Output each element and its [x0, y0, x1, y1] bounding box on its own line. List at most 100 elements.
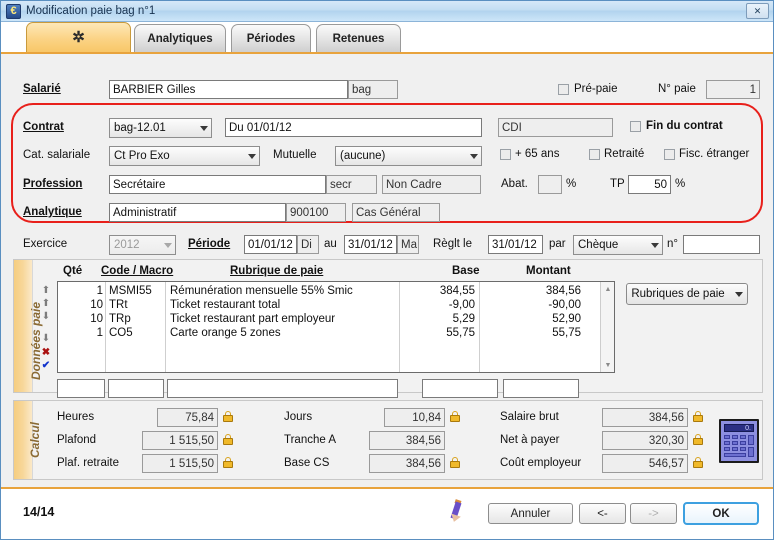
contrat-date-input[interactable]: Du 01/01/12 — [225, 118, 482, 137]
tp-label: TP — [610, 178, 625, 190]
salaire-brut-label: Salaire brut — [500, 411, 559, 423]
arrow-up-first-icon[interactable]: ⬆ — [40, 285, 52, 297]
new-row-code-input[interactable] — [108, 379, 164, 398]
profession-input[interactable]: Secrétaire — [109, 175, 326, 194]
tab-retenues-label: Retenues — [332, 32, 385, 45]
prepaie-label: Pré-paie — [574, 83, 618, 95]
rubriques-grid[interactable]: 1 MSMI55 Rémunération mensuelle 55% Smic… — [57, 281, 615, 373]
table-row-montant: 52,90 — [552, 313, 581, 325]
periode-au-input[interactable]: 31/01/12 — [344, 235, 397, 254]
reglt-mode-select[interactable]: Chèque — [573, 235, 663, 255]
profession-cadre-field: Non Cadre — [382, 175, 481, 194]
ok-button[interactable]: OK — [683, 502, 759, 525]
tab-periodes[interactable]: Périodes — [231, 24, 311, 52]
analytique-cas-field: Cas Général — [352, 203, 440, 222]
contrat-label: Contrat — [23, 121, 64, 133]
chevron-down-icon — [248, 154, 256, 159]
form-body: Salarié BARBIER Gilles bag Pré-paie N° p… — [1, 55, 773, 485]
contrat-select-value: bag-12.01 — [114, 122, 166, 134]
contrat-select[interactable]: bag-12.01 — [109, 118, 212, 138]
tranche-a-field: 384,56 — [369, 431, 445, 450]
validate-row-icon[interactable]: ✔ — [40, 360, 52, 372]
arrow-down-last-icon[interactable]: ⬇ — [40, 333, 52, 345]
cout-employeur-field: 546,57 — [602, 454, 688, 473]
table-row-code: TRt — [109, 299, 128, 311]
fin-contrat-checkbox[interactable] — [630, 121, 641, 132]
rubriques-de-paie-button[interactable]: Rubriques de paie — [626, 283, 748, 305]
new-row-rubrique-input[interactable] — [167, 379, 398, 398]
cout-employeur-label: Coût employeur — [500, 457, 582, 469]
euro-icon: € — [6, 3, 21, 19]
close-icon[interactable]: ✕ — [746, 3, 769, 19]
periode-au-jour: Ma — [397, 235, 419, 254]
analytique-code-field: 900100 — [286, 203, 346, 222]
col-header-base: Base — [452, 265, 480, 277]
scroll-up-icon[interactable]: ▲ — [601, 282, 615, 296]
new-row-base-input[interactable] — [422, 379, 498, 398]
table-row-code: TRp — [109, 313, 131, 325]
plaf-retraite-field: 1 515,50 — [142, 454, 218, 473]
col-header-code-macro: Code / Macro — [101, 265, 174, 277]
analytique-input[interactable]: Administratif — [109, 203, 286, 222]
fisc-etranger-checkbox[interactable] — [664, 149, 675, 160]
next-button[interactable]: -> — [630, 503, 677, 524]
previous-button[interactable]: <- — [579, 503, 626, 524]
title-bar: € Modification paie bag n°1 ✕ — [1, 1, 773, 22]
no-label: n° — [667, 238, 678, 250]
new-row-montant-input[interactable] — [503, 379, 579, 398]
profession-label: Profession — [23, 178, 83, 190]
arrow-down-icon[interactable]: ⬇ — [40, 311, 52, 323]
lock-icon — [223, 457, 233, 468]
col-header-qte: Qté — [63, 265, 83, 277]
plus65-checkbox[interactable] — [500, 149, 511, 160]
table-row-base: -9,00 — [448, 299, 475, 311]
tab-periodes-label: Périodes — [246, 32, 296, 45]
prepaie-checkbox[interactable] — [558, 84, 569, 95]
calculator-icon[interactable]: 0. — [719, 419, 759, 463]
chevron-down-icon — [734, 291, 743, 297]
tp-input[interactable]: 50 — [628, 175, 671, 194]
lock-icon — [450, 411, 460, 422]
reglt-mode-value: Chèque — [578, 239, 619, 251]
new-row-qte-input[interactable] — [57, 379, 105, 398]
base-cs-field: 384,56 — [369, 454, 445, 473]
heures-label: Heures — [57, 411, 95, 423]
mutuelle-select[interactable]: (aucune) — [335, 146, 482, 166]
net-a-payer-field: 320,30 — [602, 431, 688, 450]
par-label: par — [549, 238, 566, 250]
table-row-code: CO5 — [109, 327, 133, 339]
tab-general[interactable]: ✲ — [26, 22, 131, 52]
salarie-input[interactable]: BARBIER Gilles — [109, 80, 348, 99]
table-row-code: MSMI55 — [109, 285, 152, 297]
tab-retenues[interactable]: Retenues — [316, 24, 401, 52]
heures-field: 75,84 — [157, 408, 218, 427]
arrow-up-icon[interactable]: ⬆ — [40, 298, 52, 310]
scroll-down-icon[interactable]: ▼ — [601, 358, 615, 372]
lock-icon — [693, 457, 703, 468]
salaire-brut-field: 384,56 — [602, 408, 688, 427]
pencil-icon[interactable] — [448, 499, 464, 524]
delete-row-icon[interactable]: ✖ — [40, 347, 52, 359]
periode-du-input[interactable]: 01/01/12 — [244, 235, 297, 254]
periode-label: Période — [188, 238, 231, 250]
cancel-button[interactable]: Annuler — [488, 503, 573, 524]
plus65-label: + 65 ans — [515, 148, 560, 160]
cat-salariale-label: Cat. salariale — [23, 149, 91, 161]
exercice-select[interactable]: 2012 — [109, 235, 176, 255]
chevron-down-icon — [651, 243, 659, 248]
periode-du-jour: Di — [297, 235, 319, 254]
retraite-checkbox[interactable] — [589, 149, 600, 160]
reglt-date-input[interactable]: 31/01/12 — [488, 235, 543, 254]
contrat-type-field: CDI — [498, 118, 613, 137]
modification-paie-window: € Modification paie bag n°1 ✕ ✲ Analytiq… — [0, 0, 774, 540]
cat-salariale-select[interactable]: Ct Pro Exo — [109, 146, 260, 166]
no-input[interactable] — [683, 235, 760, 254]
col-header-rubrique: Rubrique de paie — [230, 265, 324, 277]
nopaie-field: 1 — [706, 80, 760, 99]
grid-scrollbar[interactable]: ▲ ▼ — [600, 282, 614, 372]
au-label: au — [324, 238, 337, 250]
tab-analytiques[interactable]: Analytiques — [134, 24, 226, 52]
abat-input[interactable] — [538, 175, 562, 194]
jours-label: Jours — [284, 411, 313, 423]
table-row-rubrique: Ticket restaurant part employeur — [170, 313, 336, 325]
